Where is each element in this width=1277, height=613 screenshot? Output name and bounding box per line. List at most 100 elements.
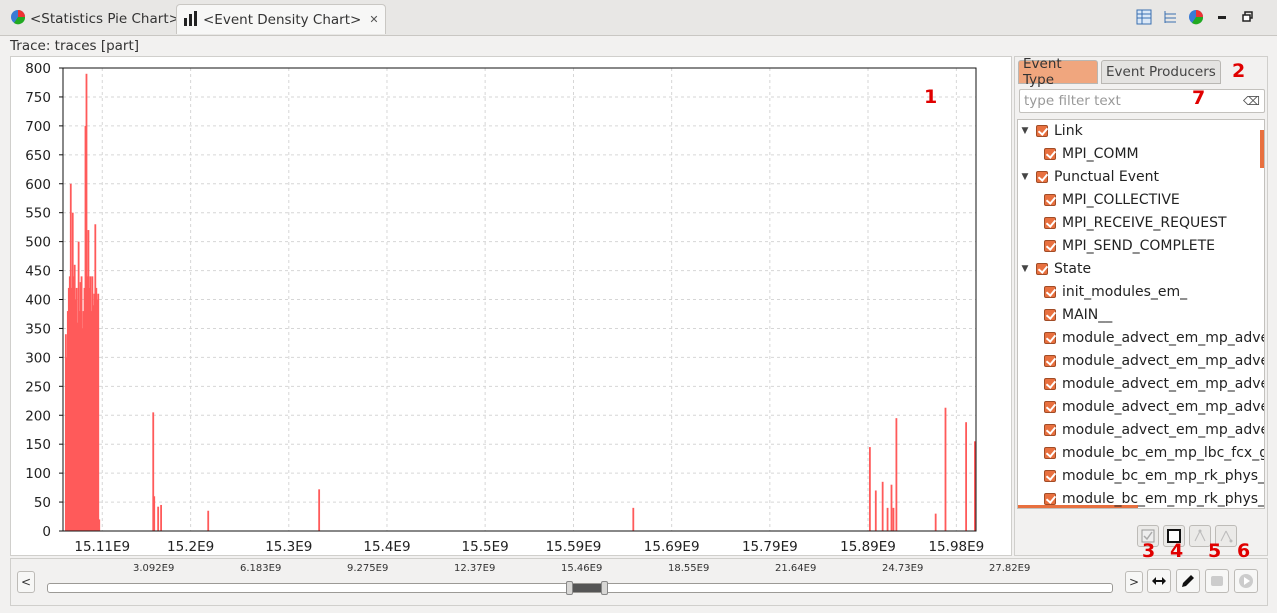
tree-view-icon[interactable] bbox=[1161, 8, 1179, 26]
y-tick-label: 700 bbox=[25, 119, 51, 135]
y-tick-label: 0 bbox=[42, 524, 51, 540]
checkbox[interactable] bbox=[1044, 470, 1056, 482]
zoom-to-fit-button[interactable] bbox=[1147, 569, 1171, 593]
tree-category[interactable]: ▼ Link bbox=[1018, 120, 1083, 142]
checkbox[interactable] bbox=[1036, 125, 1048, 137]
edit-button[interactable] bbox=[1176, 569, 1200, 593]
tree-item[interactable]: module_bc_em_mp_rk_phys_ bbox=[1044, 488, 1264, 508]
tree-item-label: Link bbox=[1054, 123, 1083, 139]
bar-chart-icon bbox=[183, 10, 199, 30]
checkbox[interactable] bbox=[1044, 148, 1056, 160]
y-tick-label: 750 bbox=[25, 90, 51, 106]
scroll-left-button[interactable]: < bbox=[17, 571, 35, 593]
sync-icon bbox=[1211, 576, 1223, 586]
tree-item-label: module_bc_em_mp_rk_phys_ bbox=[1062, 468, 1265, 484]
tab-event-type[interactable]: Event Type bbox=[1018, 56, 1098, 88]
density-bar bbox=[153, 496, 156, 531]
tree-item-label: module_bc_em_mp_lbc_fcx_g bbox=[1062, 445, 1265, 461]
x-tick-label: 15.69E9 bbox=[644, 539, 700, 555]
pie-chart-icon[interactable] bbox=[1187, 8, 1205, 26]
tree-item[interactable]: MAIN__ bbox=[1044, 304, 1112, 326]
close-tab-icon[interactable]: ✕ bbox=[369, 13, 378, 26]
clear-filter-icon[interactable]: ⌫ bbox=[1243, 94, 1260, 108]
checkbox[interactable] bbox=[1044, 332, 1056, 344]
event-type-tree[interactable]: ▼ Link MPI_COMM ▼ Punctual Event MPI_COLLECTI… bbox=[1017, 119, 1265, 509]
expand-toggle-icon[interactable]: ▼ bbox=[1018, 172, 1032, 182]
expand-toggle-icon[interactable]: ▼ bbox=[1018, 264, 1032, 274]
tree-item-label: MPI_RECEIVE_REQUEST bbox=[1062, 215, 1227, 231]
expand-toggle-icon[interactable]: ▼ bbox=[1018, 126, 1032, 136]
y-tick-label: 450 bbox=[25, 264, 51, 280]
tab-label: <Event Density Chart> bbox=[203, 11, 362, 28]
minimize-icon[interactable] bbox=[1213, 8, 1231, 26]
density-bar bbox=[160, 504, 162, 531]
tree-category[interactable]: ▼ Punctual Event bbox=[1018, 166, 1160, 188]
play-button[interactable] bbox=[1234, 569, 1258, 593]
event-density-chart[interactable]: 0 50 100 150 200 250 300 350 400 450 500 550 600 650 7… bbox=[11, 57, 1013, 557]
checkbox[interactable] bbox=[1044, 355, 1056, 367]
tab-statistics-pie-chart[interactable]: <Statistics Pie Chart> bbox=[4, 4, 186, 34]
checkbox[interactable] bbox=[1044, 401, 1056, 413]
tree-item[interactable]: MPI_COLLECTIVE bbox=[1044, 189, 1180, 211]
scroll-right-button[interactable]: > bbox=[1125, 571, 1143, 593]
checkbox[interactable] bbox=[1044, 240, 1056, 252]
tree-item[interactable]: MPI_SEND_COMPLETE bbox=[1044, 235, 1215, 257]
sync-button[interactable] bbox=[1205, 569, 1229, 593]
selected-time-range[interactable] bbox=[566, 581, 609, 595]
tree-item[interactable]: module_bc_em_mp_rk_phys_ bbox=[1044, 465, 1265, 487]
density-bar bbox=[98, 519, 101, 531]
filter-placeholder: type filter text bbox=[1024, 93, 1121, 109]
density-bar bbox=[886, 507, 889, 531]
density-bar bbox=[890, 484, 893, 531]
checkbox[interactable] bbox=[1036, 263, 1048, 275]
checkbox[interactable] bbox=[1044, 424, 1056, 436]
table-view-icon[interactable] bbox=[1135, 8, 1153, 26]
maximize-icon[interactable] bbox=[1239, 8, 1257, 26]
density-bar bbox=[934, 513, 937, 531]
checkbox[interactable] bbox=[1044, 286, 1056, 298]
y-tick-label: 250 bbox=[25, 379, 51, 395]
checkbox[interactable] bbox=[1044, 378, 1056, 390]
tree-item[interactable]: module_advect_em_mp_adve bbox=[1044, 419, 1264, 441]
ruler-tick-label: 15.46E9 bbox=[561, 563, 603, 574]
tab-label: <Statistics Pie Chart> bbox=[30, 11, 180, 27]
tab-event-density-chart[interactable]: <Event Density Chart> ✕ bbox=[176, 4, 386, 34]
tree-item[interactable]: module_bc_em_mp_lbc_fcx_g bbox=[1044, 442, 1265, 464]
checkbox[interactable] bbox=[1044, 217, 1056, 229]
tab-event-producers[interactable]: Event Producers bbox=[1101, 60, 1221, 84]
range-start-handle[interactable] bbox=[566, 581, 574, 595]
tree-item[interactable]: init_modules_em_ bbox=[1044, 281, 1187, 303]
time-range-slider[interactable] bbox=[47, 581, 1113, 595]
tree-item[interactable]: module_advect_em_mp_adve bbox=[1044, 327, 1265, 349]
tree-item[interactable]: module_advect_em_mp_adve bbox=[1044, 350, 1265, 372]
x-tick-label: 15.89E9 bbox=[840, 539, 896, 555]
ruler-tick-label: 9.275E9 bbox=[347, 563, 389, 574]
y-tick-label: 400 bbox=[25, 293, 51, 309]
tree-item[interactable]: MPI_RECEIVE_REQUEST bbox=[1044, 212, 1227, 234]
checkbox[interactable] bbox=[1044, 309, 1056, 321]
y-tick-label: 500 bbox=[25, 235, 51, 251]
x-tick-label: 15.5E9 bbox=[462, 539, 509, 555]
tree-item-label: module_advect_em_mp_adve bbox=[1062, 330, 1265, 346]
filter-input[interactable]: type filter text ⌫ bbox=[1019, 89, 1265, 113]
tree-item[interactable]: module_advect_em_mp_adve bbox=[1044, 396, 1264, 418]
density-bar bbox=[318, 489, 321, 531]
tree-category[interactable]: ▼ State bbox=[1018, 258, 1092, 280]
y-tick-label: 200 bbox=[25, 408, 51, 424]
event-density-chart-panel[interactable]: 0 50 100 150 200 250 300 350 400 450 500 550 600 650 7… bbox=[10, 56, 1012, 556]
ruler-tick-label: 6.183E9 bbox=[240, 563, 282, 574]
tree-item[interactable]: MPI_COMM bbox=[1044, 143, 1139, 165]
x-tick-label: 15.98E9 bbox=[928, 539, 984, 555]
tree-item[interactable]: module_advect_em_mp_adve bbox=[1044, 373, 1264, 395]
checkbox[interactable] bbox=[1044, 447, 1056, 459]
tree-item-label: module_advect_em_mp_adve bbox=[1062, 353, 1265, 369]
checkbox[interactable] bbox=[1044, 493, 1056, 505]
annotation-1: 1 bbox=[924, 86, 938, 108]
x-tick-label: 15.3E9 bbox=[265, 539, 312, 555]
annotation-2: 2 bbox=[1232, 60, 1246, 82]
range-end-handle[interactable] bbox=[601, 581, 609, 595]
checkbox[interactable] bbox=[1036, 171, 1048, 183]
checkbox[interactable] bbox=[1044, 194, 1056, 206]
vertical-scrollbar[interactable] bbox=[1260, 130, 1264, 168]
pie-chart-icon bbox=[10, 9, 26, 29]
